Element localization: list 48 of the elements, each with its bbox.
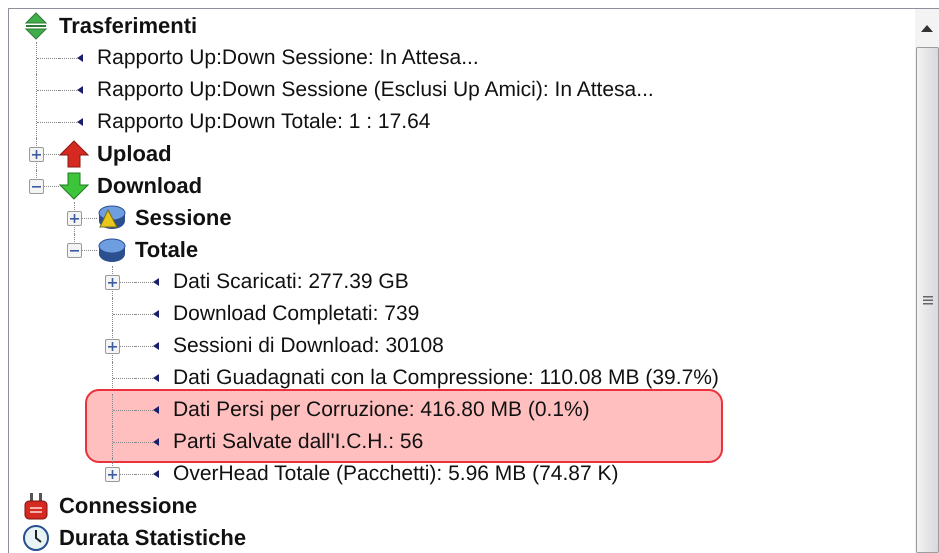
stat-label[interactable]: Rapporto Up:Down Totale: 1 : 17.64 <box>97 110 430 134</box>
expand-toggle[interactable] <box>67 210 82 226</box>
pointer-icon <box>77 118 83 126</box>
disk-icon <box>97 236 127 264</box>
pointer-icon <box>77 86 83 94</box>
disk-with-triangle-icon <box>97 204 127 232</box>
pointer-icon <box>153 310 159 318</box>
expand-toggle[interactable] <box>29 146 44 162</box>
plus-icon <box>108 342 117 350</box>
plug-icon <box>24 492 48 520</box>
collapse-toggle[interactable] <box>29 178 44 194</box>
pointer-icon <box>153 374 159 382</box>
category-label[interactable]: Trasferimenti <box>59 14 198 38</box>
category-label[interactable]: Sessione <box>135 206 232 230</box>
pointer-icon <box>153 470 159 478</box>
stat-label[interactable]: Rapporto Up:Down Sessione: In Attesa... <box>97 46 479 70</box>
pointer-icon <box>77 54 83 62</box>
expand-toggle[interactable] <box>105 466 120 482</box>
stat-label[interactable]: Rapporto Up:Down Sessione (Esclusi Up Amici): In Attesa... <box>97 78 654 102</box>
up-down-arrows-icon <box>24 12 48 40</box>
stat-label[interactable]: OverHead Totale (Pacchetti): 5.96 MB (74.87 K) <box>173 462 618 486</box>
category-label[interactable]: Durata Statistiche <box>59 526 246 550</box>
up-arrow-icon <box>59 140 89 168</box>
stat-label[interactable]: Sessioni di Download: 30108 <box>173 334 444 358</box>
category-label[interactable]: Upload <box>97 142 172 166</box>
category-label[interactable]: Download <box>97 174 202 198</box>
up-caret-icon <box>921 24 933 32</box>
plus-icon <box>32 150 41 158</box>
clock-icon <box>23 525 49 551</box>
category-label[interactable]: Totale <box>135 238 198 262</box>
category-label[interactable]: Connessione <box>59 494 198 518</box>
pointer-icon <box>153 438 159 446</box>
grip-icon <box>922 296 932 304</box>
pointer-icon <box>153 406 159 414</box>
pointer-icon <box>153 278 159 286</box>
down-arrow-icon <box>59 172 89 200</box>
stat-label[interactable]: Download Completati: 739 <box>173 302 420 326</box>
expand-toggle[interactable] <box>105 338 120 354</box>
plus-icon <box>70 214 79 222</box>
stat-label[interactable]: Parti Salvate dall'I.C.H.: 56 <box>173 430 424 454</box>
stat-label[interactable]: Dati Guadagnati con la Compressione: 110.08 MB (39.7%) <box>173 366 719 390</box>
stat-label[interactable]: Dati Persi per Corruzione: 416.80 MB (0.1%) <box>173 398 590 422</box>
stat-label[interactable]: Dati Scaricati: 277.39 GB <box>173 270 409 294</box>
plus-icon <box>108 470 117 478</box>
pointer-icon <box>153 342 159 350</box>
collapse-toggle[interactable] <box>67 242 82 258</box>
plus-icon <box>108 278 117 286</box>
expand-toggle[interactable] <box>105 274 120 290</box>
